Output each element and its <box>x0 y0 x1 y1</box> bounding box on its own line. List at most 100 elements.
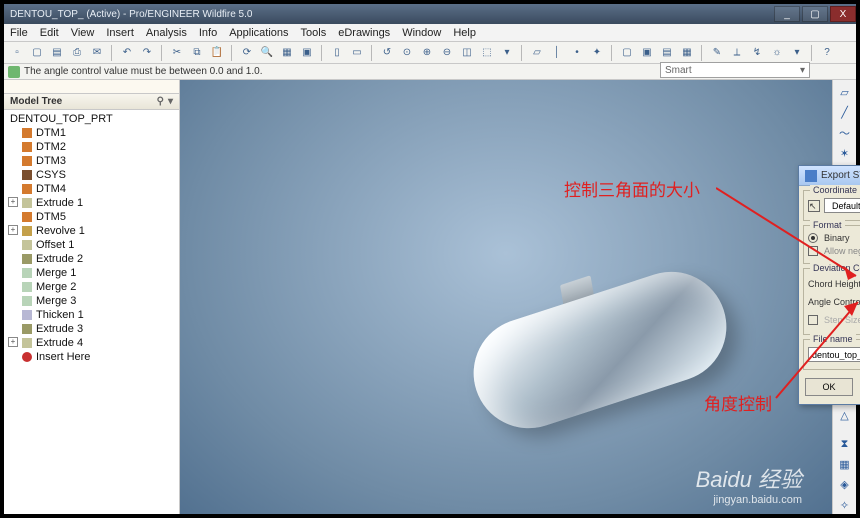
zoom-out-icon[interactable]: ⊖ <box>438 44 456 62</box>
menu-applications[interactable]: Applications <box>229 27 288 39</box>
tree-item[interactable]: Extrude 2 <box>4 252 179 266</box>
model-tree[interactable]: DENTOU_TOP_PRT DTM1DTM2DTM3CSYSDTM4+Extr… <box>4 110 179 514</box>
measure-icon[interactable]: ⟂ <box>728 44 746 62</box>
datum-plane-icon[interactable]: ▱ <box>836 84 854 101</box>
csys-icon[interactable]: ↯ <box>748 44 766 62</box>
tree-item[interactable]: +Extrude 4 <box>4 336 179 350</box>
tree-item[interactable]: CSYS <box>4 168 179 182</box>
tree-expand-icon[interactable]: + <box>8 197 18 207</box>
datum-curve-icon[interactable]: ～ <box>836 125 854 142</box>
tree-item[interactable]: DTM2 <box>4 140 179 154</box>
tree-expand-icon[interactable]: + <box>8 225 18 235</box>
menu-edrawings[interactable]: eDrawings <box>338 27 390 39</box>
smart-selector[interactable]: Smart ▾ <box>660 62 810 78</box>
menu-window[interactable]: Window <box>402 27 441 39</box>
regen-icon[interactable]: ⟳ <box>238 44 256 62</box>
rev-icon <box>22 226 32 236</box>
coord-pick-icon[interactable]: ↖ <box>808 200 820 212</box>
copy-icon[interactable]: ⧉ <box>188 44 206 62</box>
new-icon[interactable]: ▫ <box>8 44 26 62</box>
mirror-tool-icon[interactable]: ⧗ <box>836 436 854 453</box>
datum-point-icon[interactable]: ✶ <box>836 145 854 162</box>
viewport-3d[interactable]: Export STL X Coordinate System ↖ Default… <box>180 80 832 514</box>
tree-item[interactable]: DTM3 <box>4 154 179 168</box>
undo-icon[interactable]: ↶ <box>118 44 136 62</box>
datum-axis-icon[interactable]: ╱ <box>836 104 854 121</box>
zoom-in-icon[interactable]: ⊕ <box>418 44 436 62</box>
cut-icon[interactable]: ✂ <box>168 44 186 62</box>
spin-icon[interactable]: ↺ <box>378 44 396 62</box>
tree-item[interactable]: Merge 3 <box>4 294 179 308</box>
save-icon[interactable]: ▤ <box>48 44 66 62</box>
hidden-icon[interactable]: ▣ <box>638 44 656 62</box>
tree-item[interactable]: DTM4 <box>4 182 179 196</box>
light-icon[interactable]: ☼ <box>768 44 786 62</box>
menu-tools[interactable]: Tools <box>301 27 327 39</box>
note-icon[interactable]: ▾ <box>788 44 806 62</box>
spin2-icon[interactable]: ⊙ <box>398 44 416 62</box>
menu-edit[interactable]: Edit <box>40 27 59 39</box>
coord-system-select[interactable]: Default <box>824 198 860 213</box>
close-button[interactable]: X <box>830 6 856 22</box>
close-win-icon[interactable]: ▭ <box>348 44 366 62</box>
tree-item[interactable]: DTM1 <box>4 126 179 140</box>
pane-tabs[interactable] <box>4 80 179 94</box>
step-checkbox[interactable] <box>808 315 818 325</box>
tree-item[interactable]: DTM5 <box>4 210 179 224</box>
menu-view[interactable]: View <box>71 27 95 39</box>
ok-button[interactable]: OK <box>805 378 853 396</box>
menu-info[interactable]: Info <box>199 27 217 39</box>
open-icon[interactable]: ▢ <box>28 44 46 62</box>
shade-icon[interactable]: ▦ <box>678 44 696 62</box>
off-icon <box>22 240 32 250</box>
dtm-axis-icon[interactable]: │ <box>548 44 566 62</box>
redo-icon[interactable]: ↷ <box>138 44 156 62</box>
tree-filter-icon[interactable]: ⚲ <box>157 96 164 107</box>
rib-tool-icon[interactable]: △ <box>836 406 854 423</box>
menu-analysis[interactable]: Analysis <box>146 27 187 39</box>
menu-insert[interactable]: Insert <box>106 27 134 39</box>
sel-icon[interactable]: ▦ <box>278 44 296 62</box>
binary-radio[interactable] <box>808 233 818 243</box>
format-group-label: Format <box>810 220 845 230</box>
tree-item[interactable]: +Extrude 1 <box>4 196 179 210</box>
tree-item[interactable]: Extrude 3 <box>4 322 179 336</box>
tree-item[interactable]: Offset 1 <box>4 238 179 252</box>
tree-item[interactable]: +Revolve 1 <box>4 224 179 238</box>
fit-icon[interactable]: ◫ <box>458 44 476 62</box>
dialog-titlebar[interactable]: Export STL X <box>799 166 860 186</box>
print-icon[interactable]: ⎙ <box>68 44 86 62</box>
style-tool-icon[interactable]: ✧ <box>836 497 854 514</box>
dtm-point-icon[interactable]: • <box>568 44 586 62</box>
saved-view-icon[interactable]: ▾ <box>498 44 516 62</box>
annot-icon[interactable]: ✎ <box>708 44 726 62</box>
win-icon[interactable]: ▯ <box>328 44 346 62</box>
tree-item[interactable]: Merge 2 <box>4 280 179 294</box>
tree-item-label: Extrude 3 <box>36 323 83 335</box>
sel2-icon[interactable]: ▣ <box>298 44 316 62</box>
tree-item[interactable]: Insert Here <box>4 350 179 364</box>
minimize-button[interactable]: _ <box>774 6 800 22</box>
maximize-button[interactable]: ▢ <box>802 6 828 22</box>
tree-settings-icon[interactable]: ▾ <box>168 96 173 107</box>
boundary-tool-icon[interactable]: ◈ <box>836 476 854 493</box>
mail-icon[interactable]: ✉ <box>88 44 106 62</box>
nohidden-icon[interactable]: ▤ <box>658 44 676 62</box>
wire-icon[interactable]: ▢ <box>618 44 636 62</box>
tree-expand-icon[interactable]: + <box>8 337 18 347</box>
tree-root[interactable]: DENTOU_TOP_PRT <box>4 112 179 126</box>
menu-file[interactable]: File <box>10 27 28 39</box>
help-icon[interactable]: ? <box>818 44 836 62</box>
file-name-input[interactable] <box>808 347 860 362</box>
binary-label: Binary <box>824 233 850 243</box>
tree-item[interactable]: Merge 1 <box>4 266 179 280</box>
dtm-plane-icon[interactable]: ▱ <box>528 44 546 62</box>
pattern-tool-icon[interactable]: ▦ <box>836 456 854 473</box>
tree-item[interactable]: Thicken 1 <box>4 308 179 322</box>
allow-neg-checkbox[interactable] <box>808 246 818 256</box>
paste-icon[interactable]: 📋 <box>208 44 226 62</box>
orient-icon[interactable]: ⬚ <box>478 44 496 62</box>
dtm-csys-icon[interactable]: ✦ <box>588 44 606 62</box>
menu-help[interactable]: Help <box>453 27 476 39</box>
find-icon[interactable]: 🔍 <box>258 44 276 62</box>
